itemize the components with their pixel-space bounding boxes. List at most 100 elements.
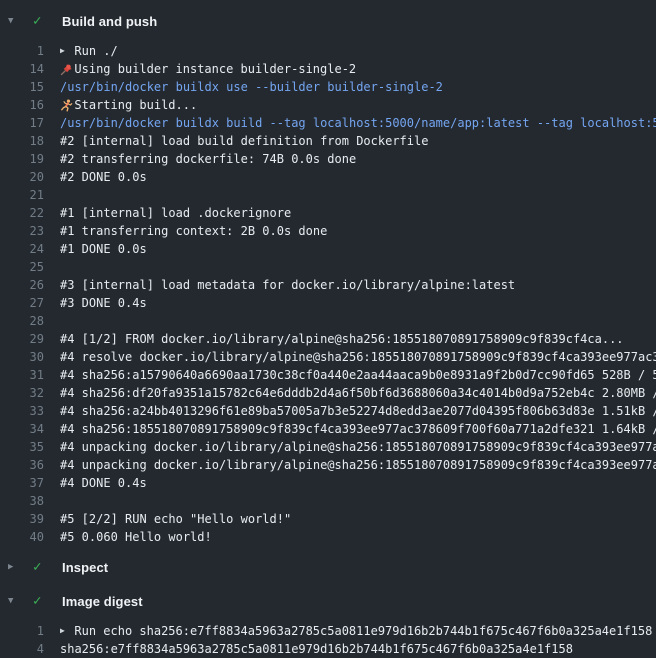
log-line-number[interactable]: 20 — [0, 168, 44, 186]
log-line: 26#3 [internal] load metadata for docker… — [0, 276, 656, 294]
log-line-text — [44, 492, 60, 510]
section-header-inspect[interactable]: ▶✓Inspect — [0, 554, 656, 580]
log-line-number[interactable]: 31 — [0, 366, 44, 384]
log-text-content: Starting build... — [74, 96, 197, 114]
log-line: 22#1 [internal] load .dockerignore — [0, 204, 656, 222]
pushpin-icon — [60, 63, 74, 76]
chevron-down-icon[interactable]: ▼ — [8, 8, 26, 34]
log-line-number[interactable]: 34 — [0, 420, 44, 438]
log-line: 16 Starting build... — [0, 96, 656, 114]
log-line-text: ▶Run ./ — [44, 42, 118, 60]
log-line-text: #4 sha256:df20fa9351a15782c64e6dddb2d4a6… — [44, 384, 656, 402]
log-section-inspect: ▶✓Inspect — [0, 554, 656, 580]
log-line-number[interactable]: 28 — [0, 312, 44, 330]
log-text-content: #3 DONE 0.4s — [60, 294, 147, 312]
log-line-text: #4 sha256:185518070891758909c9f839cf4ca3… — [44, 420, 656, 438]
log-line-number[interactable]: 27 — [0, 294, 44, 312]
success-check-icon: ✓ — [33, 554, 47, 580]
log-line-number[interactable]: 32 — [0, 384, 44, 402]
log-line-number[interactable]: 35 — [0, 438, 44, 456]
log-line-number[interactable]: 26 — [0, 276, 44, 294]
log-line: 4sha256:e7ff8834a5963a2785c5a0811e979d16… — [0, 640, 656, 658]
log-line-text: #5 [2/2] RUN echo "Hello world!" — [44, 510, 291, 528]
log-line: 18#2 [internal] load build definition fr… — [0, 132, 656, 150]
log-text-content: #5 0.060 Hello world! — [60, 528, 212, 546]
log-text-content: #2 DONE 0.0s — [60, 168, 147, 186]
log-lines: 1▶Run ./14Using builder instance builder… — [0, 42, 656, 546]
log-line: 40 #5 0.060 Hello world! — [0, 528, 656, 546]
log-line-number[interactable]: 33 — [0, 402, 44, 420]
log-line: 38 — [0, 492, 656, 510]
log-line-number[interactable]: 37 — [0, 474, 44, 492]
log-line-number[interactable]: 30 — [0, 348, 44, 366]
log-line-number[interactable]: 36 — [0, 456, 44, 474]
log-line-text: #4 sha256:a24bb4013296f61e89ba57005a7b3e… — [44, 402, 656, 420]
log-line-number[interactable]: 22 — [0, 204, 44, 222]
log-line: 31#4 sha256:a15790640a6690aa1730c38cf0a4… — [0, 366, 656, 384]
log-line-text: Using builder instance builder-single-2 — [44, 60, 356, 78]
log-text-content: /usr/bin/docker buildx build --tag local… — [60, 114, 656, 132]
log-lines: 1▶Run echo sha256:e7ff8834a5963a2785c5a0… — [0, 622, 656, 658]
log-line-text: #3 [internal] load metadata for docker.i… — [44, 276, 515, 294]
log-line: 30#4 resolve docker.io/library/alpine@sh… — [0, 348, 656, 366]
log-line-number[interactable]: 17 — [0, 114, 44, 132]
log-line-number[interactable]: 14 — [0, 60, 44, 78]
chevron-down-icon[interactable]: ▼ — [8, 588, 26, 614]
log-line: 39#5 [2/2] RUN echo "Hello world!" — [0, 510, 656, 528]
log-line-text: #4 [1/2] FROM docker.io/library/alpine@s… — [44, 330, 624, 348]
log-line-number[interactable]: 25 — [0, 258, 44, 276]
log-text-content: #4 sha256:185518070891758909c9f839cf4ca3… — [60, 420, 656, 438]
log-line-text: ▶Run echo sha256:e7ff8834a5963a2785c5a08… — [44, 622, 652, 640]
run-group-expander-icon[interactable]: ▶ — [60, 622, 74, 640]
log-line-number[interactable]: 1 — [0, 622, 44, 640]
success-check-icon: ✓ — [33, 8, 47, 34]
log-line-number[interactable]: 15 — [0, 78, 44, 96]
log-line-text: #2 [internal] load build definition from… — [44, 132, 428, 150]
log-line-text: #4 DONE 0.4s — [44, 474, 147, 492]
log-line-number[interactable]: 21 — [0, 186, 44, 204]
log-line-text — [44, 312, 60, 330]
section-header-build-and-push[interactable]: ▼✓Build and push — [0, 8, 656, 34]
log-line-number[interactable]: 16 — [0, 96, 44, 114]
log-line-text: #5 0.060 Hello world! — [44, 528, 212, 546]
success-check-icon: ✓ — [33, 588, 47, 614]
log-line-number[interactable]: 24 — [0, 240, 44, 258]
log-line: 29 #4 [1/2] FROM docker.io/library/alpine… — [0, 330, 656, 348]
log-line-number[interactable]: 1 — [0, 42, 44, 60]
log-line-number[interactable]: 19 — [0, 150, 44, 168]
log-line-text: #4 resolve docker.io/library/alpine@sha2… — [44, 348, 656, 366]
log-line-number[interactable]: 40 — [0, 528, 44, 546]
log-line-number[interactable]: 18 — [0, 132, 44, 150]
log-line-number[interactable]: 29 — [0, 330, 44, 348]
log-line-text — [44, 186, 60, 204]
log-line-number[interactable]: 38 — [0, 492, 44, 510]
log-line-text: #1 DONE 0.0s — [44, 240, 147, 258]
log-line: 32#4 sha256:df20fa9351a15782c64e6dddb2d4… — [0, 384, 656, 402]
log-line-text: #4 unpacking docker.io/library/alpine@sh… — [44, 456, 656, 474]
log-text-content: #4 sha256:a24bb4013296f61e89ba57005a7b3e… — [60, 402, 656, 420]
log-line: 27 #3 DONE 0.4s — [0, 294, 656, 312]
run-group-expander-icon[interactable]: ▶ — [60, 42, 74, 60]
log-text-content: /usr/bin/docker buildx use --builder bui… — [60, 78, 443, 96]
log-text-content: Run echo sha256:e7ff8834a5963a2785c5a081… — [74, 622, 652, 640]
log-line-number[interactable]: 4 — [0, 640, 44, 658]
log-text-content: #4 DONE 0.4s — [60, 474, 147, 492]
chevron-right-icon[interactable]: ▶ — [8, 554, 26, 580]
log-text-content: #4 [1/2] FROM docker.io/library/alpine@s… — [60, 330, 624, 348]
section-header-image-digest[interactable]: ▼ ✓ Image digest — [0, 588, 656, 614]
log-text-content: #1 transferring context: 2B 0.0s done — [60, 222, 327, 240]
log-line-text: #2 DONE 0.0s — [44, 168, 147, 186]
log-line-text: /usr/bin/docker buildx use --builder bui… — [44, 78, 443, 96]
log-line-number[interactable]: 39 — [0, 510, 44, 528]
log-line-text: sha256:e7ff8834a5963a2785c5a0811e979d16b… — [44, 640, 573, 658]
log-line-number[interactable]: 23 — [0, 222, 44, 240]
log-line: 37 #4 DONE 0.4s — [0, 474, 656, 492]
log-text-content: #2 transferring dockerfile: 74B 0.0s don… — [60, 150, 356, 168]
log-line: 21 — [0, 186, 656, 204]
log-line: 33 #4 sha256:a24bb4013296f61e89ba57005a7b… — [0, 402, 656, 420]
log-line-text: #1 transferring context: 2B 0.0s done — [44, 222, 327, 240]
log-line: 36#4 unpacking docker.io/library/alpine@… — [0, 456, 656, 474]
log-line: 19 #2 transferring dockerfile: 74B 0.0s d… — [0, 150, 656, 168]
log-line: 15/usr/bin/docker buildx use --builder b… — [0, 78, 656, 96]
section-title: Image digest — [62, 594, 143, 609]
